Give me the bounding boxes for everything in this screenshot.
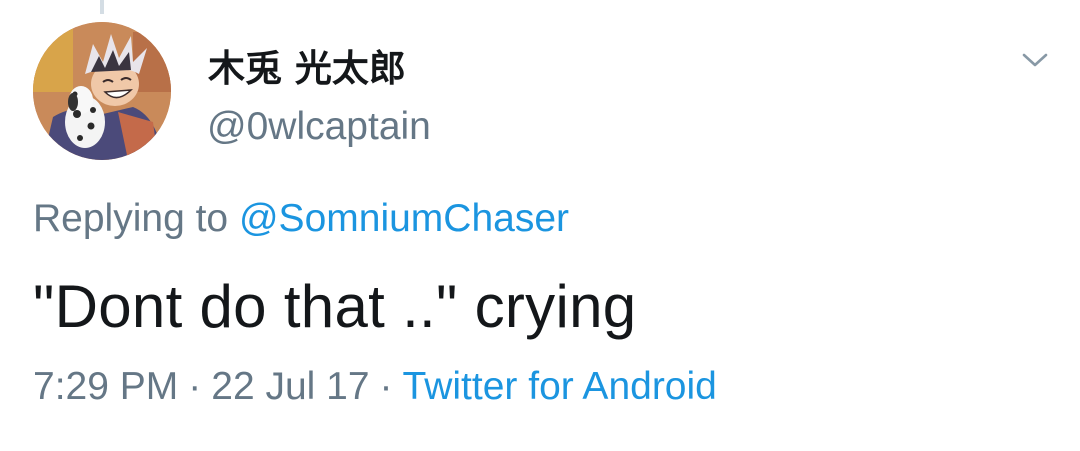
reply-mention-link[interactable]: @SomniumChaser bbox=[239, 197, 569, 240]
avatar[interactable] bbox=[33, 22, 171, 160]
meta-separator: · bbox=[188, 365, 202, 408]
meta-separator: · bbox=[379, 365, 393, 408]
tweet-source-link[interactable]: Twitter for Android bbox=[403, 365, 717, 408]
replying-to-label: Replying to bbox=[33, 197, 229, 240]
author-handle[interactable]: @0wlcaptain bbox=[207, 105, 431, 149]
author-display-name[interactable]: 木兎 光太郎 bbox=[208, 38, 406, 92]
tweet-date[interactable]: 22 Jul 17 bbox=[211, 365, 369, 408]
tweet-meta: 7:29 PM · 22 Jul 17 · Twitter for Android bbox=[33, 365, 717, 409]
chevron-down-icon[interactable] bbox=[1018, 47, 1052, 73]
replying-to-line: Replying to @SomniumChaser bbox=[33, 197, 569, 241]
tweet-text: "Dont do that .." crying bbox=[33, 273, 637, 340]
tweet-time[interactable]: 7:29 PM bbox=[33, 365, 178, 408]
avatar-image bbox=[33, 22, 171, 160]
thread-connector-line bbox=[100, 0, 104, 14]
